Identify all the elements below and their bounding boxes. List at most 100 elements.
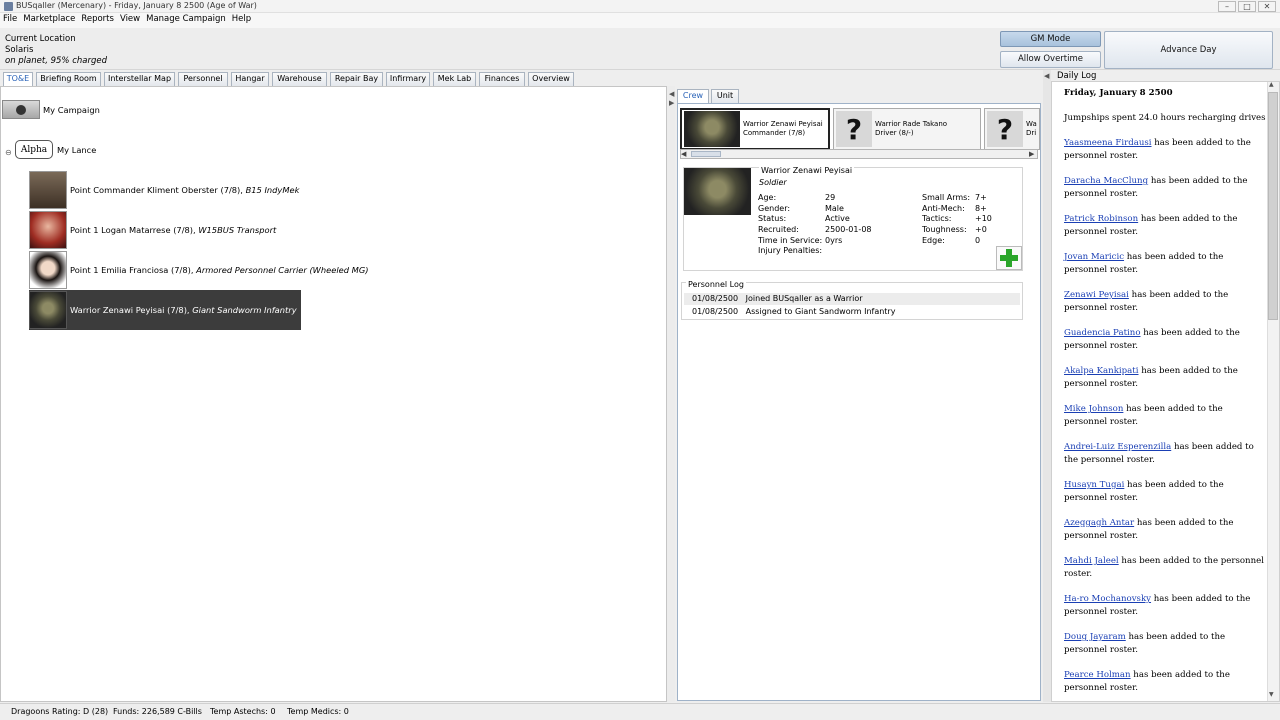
- title-bar: BUSqaller (Mercenary) - Friday, January …: [0, 0, 1280, 13]
- member-unit: W15BUS Transport: [198, 225, 277, 235]
- daily-log-entry: Andrei-Luiz Esperenzilla has been added …: [1064, 441, 1266, 467]
- menu-file[interactable]: File: [0, 13, 20, 24]
- menu-manage-campaign[interactable]: Manage Campaign: [143, 13, 229, 24]
- maximize-icon[interactable]: □: [1238, 1, 1256, 12]
- log-date: 01/08/2500: [692, 307, 739, 316]
- personnel-link[interactable]: Doug Jayaram: [1064, 632, 1126, 642]
- crew-card-selected[interactable]: Warrior Zenawi Peyisai Commander (7/8): [680, 108, 830, 150]
- tab-finances[interactable]: Finances: [479, 72, 525, 86]
- portrait-image: [29, 291, 67, 329]
- personnel-link[interactable]: Andrei-Luiz Esperenzilla: [1064, 442, 1171, 452]
- skill-value: 8+: [975, 204, 987, 213]
- menu-reports[interactable]: Reports: [78, 13, 117, 24]
- lance-node[interactable]: Alpha My Lance: [15, 140, 96, 159]
- collapse-toggle-icon[interactable]: ⊖: [5, 148, 12, 157]
- personnel-link[interactable]: Daracha MacClung: [1064, 176, 1148, 186]
- toe-member-row[interactable]: Point 1 Logan Matarrese (7/8), W15BUS Tr…: [29, 210, 276, 250]
- personnel-link[interactable]: Patrick Robinson: [1064, 214, 1138, 224]
- field-value: 0yrs: [825, 236, 843, 245]
- menu-view[interactable]: View: [117, 13, 143, 24]
- crew-name: Warrior Rade Takano: [875, 120, 948, 128]
- tab-unit[interactable]: Unit: [711, 89, 739, 103]
- tab-repair-bay[interactable]: Repair Bay: [330, 72, 383, 86]
- tab-warehouse[interactable]: Warehouse: [272, 72, 327, 86]
- tab-interstellar-map[interactable]: Interstellar Map: [104, 72, 175, 86]
- daily-log-splitter[interactable]: ◀: [1043, 70, 1051, 702]
- close-icon[interactable]: ✕: [1258, 1, 1276, 12]
- window-title: BUSqaller (Mercenary) - Friday, January …: [16, 1, 257, 10]
- daily-log-entry: Akalpa Kankipati has been added to the p…: [1064, 365, 1266, 391]
- toe-member-row[interactable]: Point Commander Kliment Oberster (7/8), …: [29, 170, 299, 210]
- portrait-image: [29, 211, 67, 249]
- field-value: Male: [825, 204, 844, 213]
- location-place: Solaris: [5, 45, 34, 55]
- toe-tree: My Campaign ⊖ Alpha My Lance Point Comma…: [0, 86, 667, 702]
- personnel-link[interactable]: Husayn Tugai: [1064, 480, 1124, 490]
- lance-badge: Alpha: [15, 140, 53, 159]
- status-medics: Temp Medics: 0: [287, 707, 349, 716]
- personnel-link[interactable]: Jovan Maricic: [1064, 252, 1124, 262]
- scroll-right-icon[interactable]: ▶: [1029, 150, 1034, 158]
- menu-help[interactable]: Help: [229, 13, 254, 24]
- toe-member-row[interactable]: Point 1 Emilia Franciosa (7/8), Armored …: [29, 250, 369, 290]
- tab-infirmary[interactable]: Infirmary: [386, 72, 430, 86]
- daily-log-entry: Patrick Robinson has been added to the p…: [1064, 213, 1266, 239]
- crew-portrait: [684, 111, 740, 147]
- daily-log-date: Friday, January 8 2500: [1064, 88, 1173, 98]
- portrait-image: [29, 251, 67, 289]
- personnel-link[interactable]: Azeggagh Antar: [1064, 518, 1134, 528]
- lance-label: My Lance: [57, 144, 97, 155]
- log-row: 01/08/2500 Joined BUSqaller as a Warrior: [684, 293, 1020, 305]
- allow-overtime-button[interactable]: Allow Overtime: [1000, 51, 1101, 68]
- tab-toe[interactable]: TO&E: [3, 72, 33, 86]
- daily-log-scroll-thumb[interactable]: [1268, 92, 1278, 320]
- tab-personnel[interactable]: Personnel: [178, 72, 228, 86]
- log-row: 01/08/2500 Assigned to Giant Sandworm In…: [684, 306, 1020, 318]
- personnel-link[interactable]: Pearce Holman: [1064, 670, 1131, 680]
- scroll-up-icon[interactable]: ▲: [1269, 81, 1274, 88]
- daily-log-entry: Jumpships spent 24.0 hours recharging dr…: [1064, 113, 1266, 123]
- location-heading: Current Location: [5, 34, 76, 44]
- daily-log-entry: Doug Jayaram has been added to the perso…: [1064, 631, 1266, 657]
- tab-briefing-room[interactable]: Briefing Room: [36, 72, 101, 86]
- status-astechs: Temp Astechs: 0: [210, 707, 276, 716]
- unknown-portrait-icon: ?: [987, 111, 1023, 147]
- scroll-down-icon[interactable]: ▼: [1269, 691, 1274, 698]
- daily-log-entry: Ha-ro Mochanovsky has been added to the …: [1064, 593, 1266, 619]
- splitter-arrow-icon[interactable]: ▶: [669, 99, 674, 107]
- tab-crew[interactable]: Crew: [677, 89, 709, 103]
- daily-log-label: Daily Log: [1057, 71, 1097, 81]
- splitter-arrow-icon[interactable]: ◀: [669, 90, 674, 98]
- crew-role: Commander (7/8): [743, 129, 806, 137]
- personnel-link[interactable]: Yaasmeena Firdausi: [1064, 138, 1152, 148]
- scroll-left-icon[interactable]: ◀: [681, 150, 686, 158]
- pane-splitter[interactable]: ◀ ▶: [667, 86, 675, 702]
- personnel-link[interactable]: Zenawi Peyisai: [1064, 290, 1129, 300]
- gm-mode-button[interactable]: GM Mode: [1000, 31, 1101, 47]
- personnel-link[interactable]: Mahdi Jaleel: [1064, 556, 1119, 566]
- toe-member-row-selected[interactable]: Warrior Zenawi Peyisai (7/8), Giant Sand…: [29, 290, 301, 330]
- add-plus-icon[interactable]: [996, 246, 1022, 270]
- tab-overview[interactable]: Overview: [528, 72, 574, 86]
- tab-hangar[interactable]: Hangar: [231, 72, 269, 86]
- advance-day-button[interactable]: Advance Day: [1104, 31, 1273, 69]
- member-unit: B15 IndyMek: [245, 185, 300, 195]
- menu-marketplace[interactable]: Marketplace: [20, 13, 78, 24]
- scroll-thumb[interactable]: [691, 151, 721, 157]
- skill-value: 0: [975, 236, 981, 245]
- member-name: Point 1 Logan Matarrese (7/8),: [70, 225, 196, 235]
- splitter-arrow-icon[interactable]: ◀: [1044, 72, 1049, 80]
- daily-log-entry: Azeggagh Antar has been added to the per…: [1064, 517, 1266, 543]
- crew-role: Driver (8/-): [875, 129, 914, 137]
- personnel-link[interactable]: Guadencia Patino: [1064, 328, 1141, 338]
- personnel-link[interactable]: Mike Johnson: [1064, 404, 1123, 414]
- crew-scrollbar[interactable]: ◀ ▶: [680, 149, 1038, 159]
- personnel-link[interactable]: Akalpa Kankipati: [1064, 366, 1139, 376]
- minimize-icon[interactable]: –: [1218, 1, 1236, 12]
- tab-mek-lab[interactable]: Mek Lab: [433, 72, 476, 86]
- crew-card[interactable]: ? Warrior Rade Takano Driver (8/-): [833, 108, 981, 150]
- campaign-node[interactable]: My Campaign: [2, 100, 100, 119]
- member-unit: Armored Personnel Carrier (Wheeled MG): [196, 265, 369, 275]
- personnel-link[interactable]: Ha-ro Mochanovsky: [1064, 594, 1151, 604]
- crew-card[interactable]: ? Wa Dri: [984, 108, 1040, 150]
